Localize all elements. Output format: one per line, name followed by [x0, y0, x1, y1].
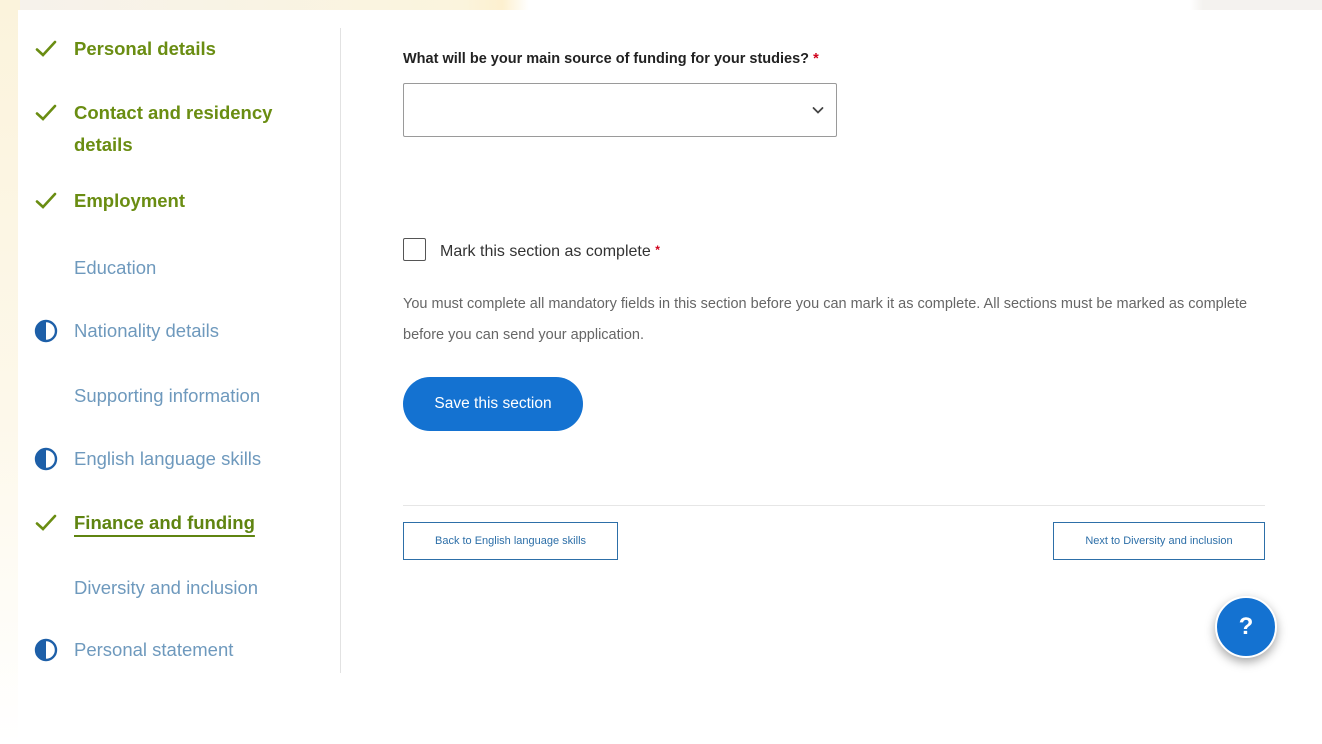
sidebar-item-label: Contact and residency details — [74, 102, 273, 155]
sidebar-item-label: Supporting information — [74, 385, 261, 406]
mark-complete-checkbox[interactable] — [403, 238, 426, 261]
mark-complete-label[interactable]: Mark this section as complete * — [440, 243, 660, 261]
half-circle-icon — [34, 447, 58, 471]
sidebar-item-label: Personal statement — [74, 639, 234, 660]
funding-question-label: What will be your main source of funding… — [403, 51, 819, 67]
sidebar-item-label: Finance and funding — [74, 512, 255, 533]
half-circle-icon — [34, 638, 58, 662]
sidebar-item-label: Personal details — [74, 38, 216, 59]
sidebar-item-label: Diversity and inclusion — [74, 577, 259, 598]
check-icon — [35, 192, 57, 209]
save-section-button[interactable]: Save this section — [403, 377, 583, 431]
funding-question-text: What will be your main source of funding… — [403, 51, 810, 67]
required-marker: * — [813, 51, 819, 67]
completion-help-text: You must complete all mandatory fields i… — [403, 296, 1248, 343]
chevron-down-icon — [812, 107, 824, 114]
next-button[interactable]: Next to Diversity and inclusion — [1053, 522, 1265, 560]
check-icon — [35, 104, 57, 121]
help-button[interactable]: ? — [1215, 596, 1277, 658]
sidebar-item-label: Nationality details — [74, 320, 219, 341]
required-marker: * — [655, 243, 660, 257]
back-button[interactable]: Back to English language skills — [403, 522, 618, 560]
divider — [403, 505, 1265, 506]
background-edge — [0, 0, 20, 744]
half-circle-icon — [34, 319, 58, 343]
funding-source-select[interactable] — [403, 83, 837, 137]
sidebar-item-label: Employment — [74, 190, 186, 211]
mark-complete-text: Mark this section as complete — [440, 243, 651, 260]
sidebar-item-label: English language skills — [74, 448, 262, 469]
section-nav: Personal details Contact and residency d… — [18, 28, 341, 673]
check-icon — [35, 514, 57, 531]
check-icon — [35, 40, 57, 57]
sidebar-item-label: Education — [74, 257, 157, 278]
